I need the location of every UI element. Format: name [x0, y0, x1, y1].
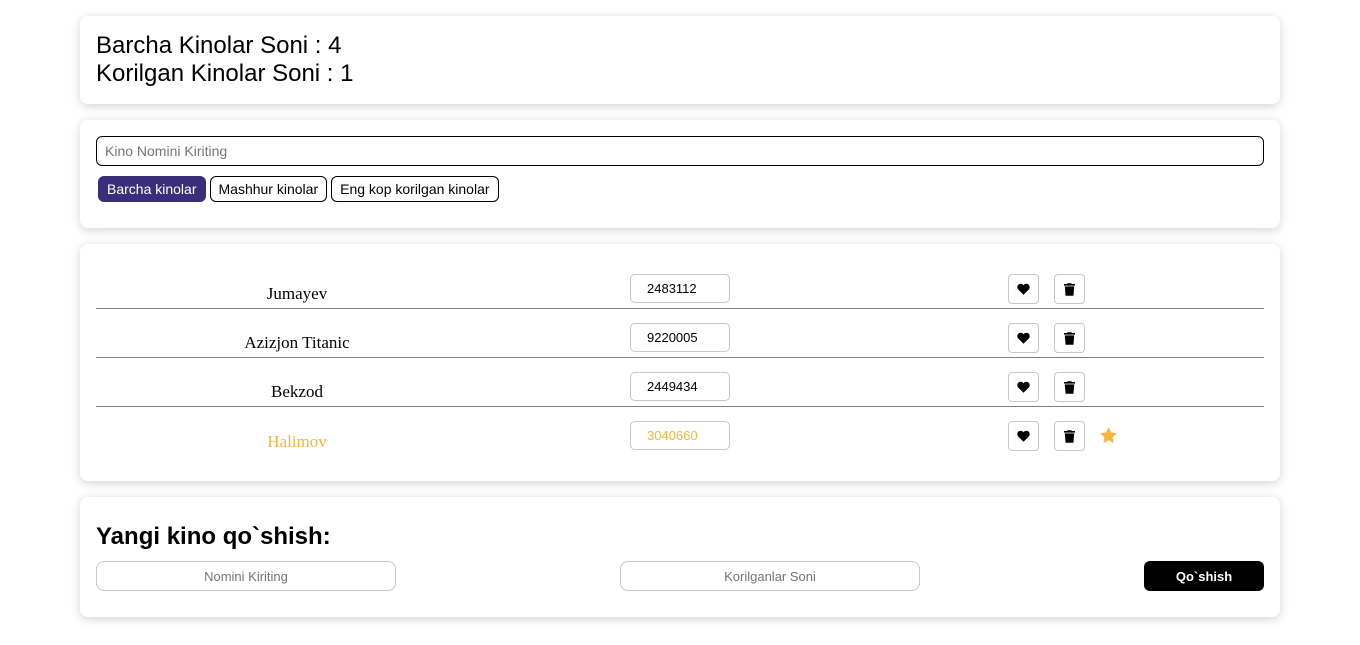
filter-most-watched-button[interactable]: Eng kop korilgan kinolar [331, 176, 499, 202]
like-button[interactable] [1008, 323, 1039, 353]
search-input[interactable] [96, 136, 1264, 166]
movie-name-field[interactable] [96, 561, 396, 591]
movie-views-input[interactable] [630, 372, 730, 401]
add-movie-button[interactable]: Qo`shish [1144, 561, 1264, 591]
trash-icon [1064, 331, 1075, 345]
movie-row: Azizjon Titanic [96, 309, 1264, 358]
stats-card: Barcha Kinolar Soni : 4 Korilgan Kinolar… [80, 16, 1280, 104]
delete-button[interactable] [1054, 421, 1085, 451]
movie-name: Bekzod [271, 382, 323, 401]
heart-icon [1017, 283, 1030, 295]
movie-row: Jumayev [96, 260, 1264, 309]
heart-icon [1017, 332, 1030, 344]
add-movie-card: Yangi kino qo`shish: Qo`shish [80, 497, 1280, 617]
filter-all-movies-button[interactable]: Barcha kinolar [98, 176, 206, 202]
movie-views-input[interactable] [630, 323, 730, 352]
like-button[interactable] [1008, 372, 1039, 402]
movie-name: Jumayev [266, 284, 328, 303]
trash-icon [1064, 429, 1075, 443]
movie-row: Bekzod [96, 358, 1264, 407]
movie-views-input[interactable] [630, 421, 730, 450]
star-icon [1100, 427, 1117, 443]
movie-list: Jumayev Azizjon Titanic Bekzod [96, 260, 1264, 456]
filter-group: Barcha kinolar Mashhur kinolar Eng kop k… [96, 176, 1264, 202]
movie-name: Azizjon Titanic [244, 333, 350, 352]
movie-list-card: Jumayev Azizjon Titanic Bekzod [80, 244, 1280, 481]
delete-button[interactable] [1054, 274, 1085, 304]
trash-icon [1064, 380, 1075, 394]
delete-button[interactable] [1054, 372, 1085, 402]
heart-icon [1017, 381, 1030, 393]
filter-popular-movies-button[interactable]: Mashhur kinolar [209, 176, 328, 202]
watched-movies-count: Korilgan Kinolar Soni : 1 [96, 60, 354, 87]
like-button[interactable] [1008, 421, 1039, 451]
add-movie-title: Yangi kino qo`shish: [96, 523, 331, 550]
like-button[interactable] [1008, 274, 1039, 304]
search-card: Barcha kinolar Mashhur kinolar Eng kop k… [80, 120, 1280, 228]
delete-button[interactable] [1054, 323, 1085, 353]
movie-row: Halimov [96, 407, 1264, 456]
movie-name: Halimov [267, 432, 327, 451]
trash-icon [1064, 282, 1075, 296]
heart-icon [1017, 430, 1030, 442]
views-count-field[interactable] [620, 561, 920, 591]
total-movies-count: Barcha Kinolar Soni : 4 [96, 32, 342, 59]
movie-views-input[interactable] [630, 274, 730, 303]
